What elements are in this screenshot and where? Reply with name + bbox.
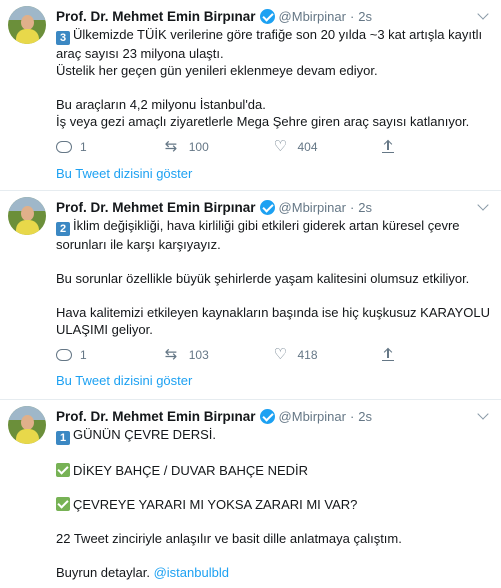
verified-icon <box>259 199 275 215</box>
tweet-header: Prof. Dr. Mehmet Emin Birpınar @Mbirpina… <box>56 6 491 26</box>
author-handle[interactable]: @Mbirpinar <box>279 9 346 24</box>
show-thread-link[interactable]: Bu Tweet dizisini göster <box>56 373 192 388</box>
tweet-line: DİKEY BAHÇE / DUVAR BAHÇE NEDİR <box>73 463 309 478</box>
keycap-number-icon: 2 <box>56 222 70 236</box>
like-button[interactable]: 418 <box>274 345 383 363</box>
tweet-text: 3 Ülkemizde TÜİK verilerine göre trafiğe … <box>56 26 491 130</box>
author-name[interactable]: Prof. Dr. Mehmet Emin Birpınar <box>56 409 256 424</box>
share-icon <box>382 141 395 153</box>
reply-button[interactable]: 1 <box>56 348 165 362</box>
verified-icon <box>259 408 275 424</box>
retweet-button[interactable]: 103 <box>165 345 274 363</box>
keycap-number-icon: 3 <box>56 31 70 45</box>
retweet-icon <box>165 345 181 363</box>
mention-link[interactable]: @istanbulbld <box>154 565 229 580</box>
avatar[interactable] <box>8 6 46 44</box>
tweet-line: Hava kalitemizi etkileyen kaynakların ba… <box>56 305 491 337</box>
verified-icon <box>259 8 275 24</box>
tweet-line: Bu araçların 4,2 milyonu İstanbul'da. <box>56 97 266 112</box>
retweet-count: 100 <box>188 140 209 154</box>
avatar[interactable] <box>8 197 46 235</box>
tweet-line: İş veya gezi amaçlı ziyaretlerle Mega Şe… <box>56 114 470 129</box>
author-handle[interactable]: @Mbirpinar <box>279 200 346 215</box>
like-count: 418 <box>297 348 318 362</box>
separator-dot: · <box>349 408 355 424</box>
author-name[interactable]: Prof. Dr. Mehmet Emin Birpınar <box>56 9 256 24</box>
like-count: 404 <box>297 140 318 154</box>
separator-dot: · <box>349 8 355 24</box>
keycap-number-icon: 1 <box>56 431 70 445</box>
tweet-actions: 1 100 404 <box>56 137 491 156</box>
like-button[interactable]: 404 <box>274 137 383 155</box>
check-mark-icon <box>56 497 70 511</box>
retweet-count: 103 <box>188 348 209 362</box>
share-icon <box>382 349 395 361</box>
tweet-feed: Prof. Dr. Mehmet Emin Birpınar @Mbirpina… <box>0 0 501 588</box>
tweet-header: Prof. Dr. Mehmet Emin Birpınar @Mbirpina… <box>56 197 491 217</box>
tweet-text: 2 İklim değişikliği, hava kirliliği gibi … <box>56 217 491 338</box>
retweet-icon <box>165 137 181 155</box>
separator-dot: · <box>349 199 355 215</box>
tweet-line: Ülkemizde TÜİK verilerine göre trafiğe s… <box>56 27 483 61</box>
heart-icon <box>274 345 290 363</box>
tweet-line: Buyrun detaylar. <box>56 565 150 580</box>
reply-count: 1 <box>80 140 87 154</box>
tweet[interactable]: Prof. Dr. Mehmet Emin Birpınar @Mbirpina… <box>0 400 501 588</box>
reply-icon <box>56 141 72 153</box>
tweet-header: Prof. Dr. Mehmet Emin Birpınar @Mbirpina… <box>56 406 491 426</box>
share-button[interactable] <box>382 349 491 361</box>
tweet-line: GÜNÜN ÇEVRE DERSİ. <box>73 427 217 442</box>
tweet-line: Üstelik her geçen gün yenileri eklenmeye… <box>56 63 378 78</box>
tweet-line: ÇEVREYE YARARI MI YOKSA ZARARI MI VAR? <box>73 497 358 512</box>
check-mark-icon <box>56 463 70 477</box>
tweet-line: Bu sorunlar özellikle büyük şehirlerde y… <box>56 271 470 286</box>
timestamp[interactable]: 2s <box>358 409 372 424</box>
reply-count: 1 <box>80 348 87 362</box>
tweet-actions: 1 103 418 <box>56 345 491 364</box>
author-handle[interactable]: @Mbirpinar <box>279 409 346 424</box>
retweet-button[interactable]: 100 <box>165 137 274 155</box>
show-thread-link[interactable]: Bu Tweet dizisini göster <box>56 166 192 181</box>
tweet-line: İklim değişikliği, hava kirliliği gibi e… <box>56 218 460 252</box>
tweet[interactable]: Prof. Dr. Mehmet Emin Birpınar @Mbirpina… <box>0 191 501 399</box>
avatar[interactable] <box>8 406 46 444</box>
tweet[interactable]: Prof. Dr. Mehmet Emin Birpınar @Mbirpina… <box>0 0 501 190</box>
timestamp[interactable]: 2s <box>358 9 372 24</box>
author-name[interactable]: Prof. Dr. Mehmet Emin Birpınar <box>56 200 256 215</box>
tweet-text: 1 GÜNÜN ÇEVRE DERSİ. DİKEY BAHÇE / DUVAR … <box>56 426 491 581</box>
heart-icon <box>274 137 290 155</box>
tweet-line: 22 Tweet zinciriyle anlaşılır ve basit d… <box>56 531 402 546</box>
share-button[interactable] <box>382 141 491 153</box>
reply-button[interactable]: 1 <box>56 140 165 154</box>
timestamp[interactable]: 2s <box>358 200 372 215</box>
reply-icon <box>56 349 72 361</box>
